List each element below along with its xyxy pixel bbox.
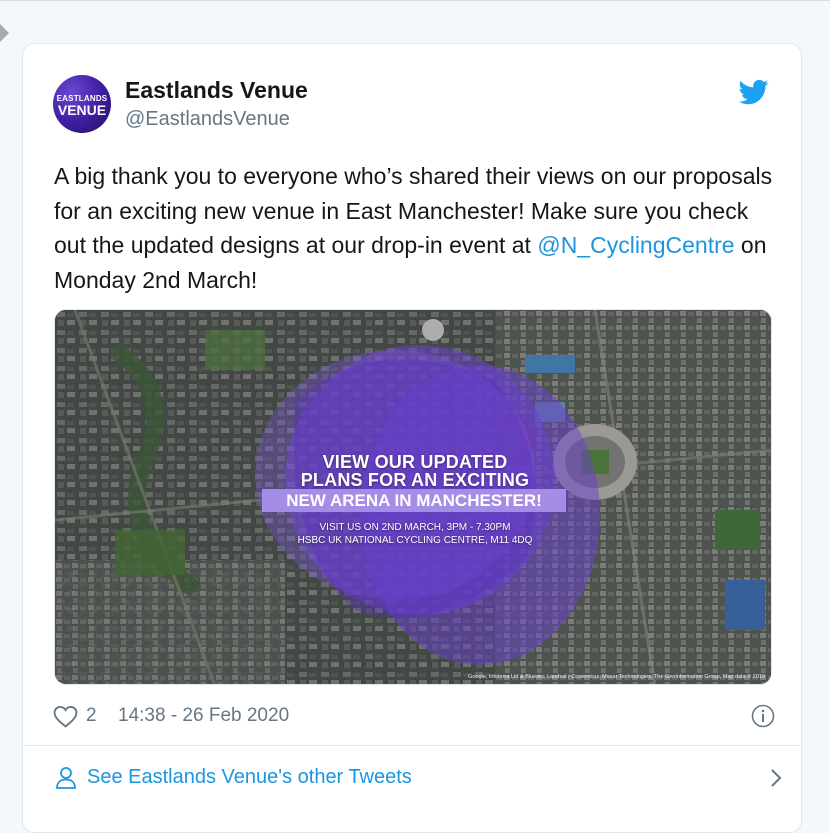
like-count: 2 bbox=[86, 705, 97, 726]
avatar[interactable]: EASTLANDS VENUE bbox=[53, 75, 111, 133]
see-other-tweets-link[interactable]: See Eastlands Venue's other Tweets bbox=[53, 765, 782, 795]
promo-headline-highlight: NEW ARENA IN MANCHESTER! bbox=[262, 489, 566, 512]
account-handle[interactable]: @EastlandsVenue bbox=[125, 108, 290, 131]
heart-icon[interactable] bbox=[53, 705, 78, 728]
tweet-image[interactable]: VIEW OUR UPDATED PLANS FOR AN EXCITING N… bbox=[54, 309, 772, 685]
tweet-text: A big thank you to everyone who’s shared… bbox=[54, 159, 784, 297]
collapse-arrow-icon[interactable] bbox=[0, 24, 9, 42]
card-divider bbox=[23, 745, 801, 746]
map-credit: Google, Infoterra Ltd & Bluesky, Landsat… bbox=[468, 674, 765, 680]
account-name[interactable]: Eastlands Venue bbox=[125, 77, 308, 104]
promo-headline-line1: VIEW OUR UPDATED bbox=[322, 452, 508, 472]
tweet-card: EASTLANDS VENUE Eastlands Venue @Eastlan… bbox=[22, 43, 802, 833]
see-other-tweets-label: See Eastlands Venue's other Tweets bbox=[87, 766, 412, 788]
chevron-right-icon bbox=[771, 769, 782, 787]
info-icon[interactable] bbox=[751, 704, 775, 728]
avatar-logo-text-bottom: VENUE bbox=[57, 102, 107, 118]
person-icon bbox=[56, 767, 76, 789]
promo-headline-line2: PLANS FOR AN EXCITING bbox=[300, 470, 530, 490]
tweet-meta-row: 2 14:38 - 26 Feb 2020 bbox=[53, 704, 775, 730]
tweet-timestamp[interactable]: 14:38 - 26 Feb 2020 bbox=[118, 705, 289, 727]
promo-date-time: VISIT US ON 2ND MARCH, 3PM - 7.30PM bbox=[319, 522, 511, 533]
top-divider bbox=[0, 0, 830, 1]
mention-link[interactable]: @N_CyclingCentre bbox=[537, 232, 734, 258]
promo-location: HSBC UK NATIONAL CYCLING CENTRE, M11 4DQ bbox=[297, 535, 533, 546]
twitter-bird-icon[interactable] bbox=[739, 77, 769, 107]
